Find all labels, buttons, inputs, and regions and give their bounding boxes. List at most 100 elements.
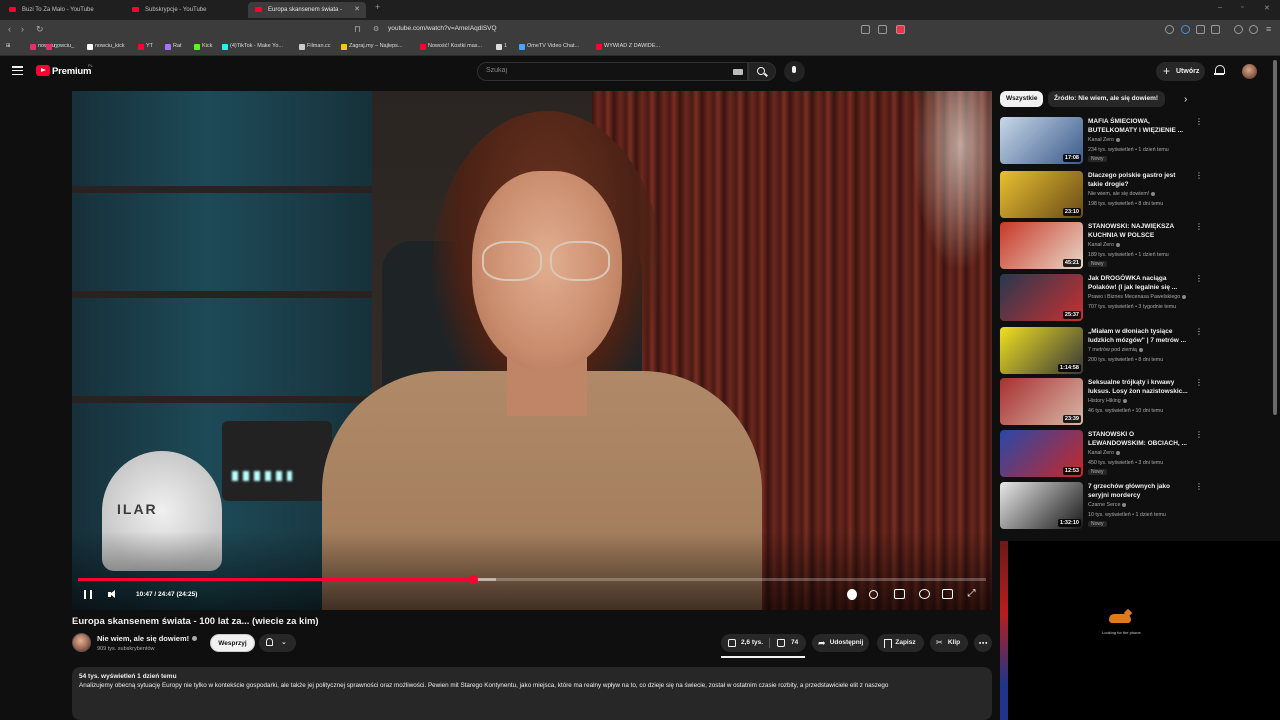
back-icon[interactable]: ‹ xyxy=(8,24,11,34)
recommendation-item[interactable]: 17:08 MAFIA ŚMIECIOWA, BUTELKOMATY I WIĘZ… xyxy=(1000,117,1203,166)
recommendation-title[interactable]: Dlaczego polskie gastro jest takie drogi… xyxy=(1088,171,1188,189)
more-options-icon[interactable]: ⋮ xyxy=(1195,222,1203,231)
video-thumbnail[interactable]: 1:32:10 xyxy=(1000,482,1083,529)
bookmark-item[interactable]: nowciu_kick xyxy=(87,43,125,50)
reload-icon[interactable]: ↻ xyxy=(36,24,44,35)
menu-icon[interactable]: ≡ xyxy=(1266,24,1271,34)
url-field[interactable]: youtube.com/watch?v=AmeIAqdlSVQ xyxy=(388,25,497,32)
extension-icon[interactable] xyxy=(1181,25,1190,34)
more-options-icon[interactable]: ⋮ xyxy=(1195,482,1203,491)
keyboard-icon[interactable] xyxy=(733,69,743,75)
recommendation-item[interactable]: 25:37 Jak DROGÓWKA naciąga Polaków! (I ja… xyxy=(1000,274,1203,323)
share-button[interactable]: Udostępnij xyxy=(812,634,869,652)
scrollbar[interactable] xyxy=(1273,60,1277,415)
sidebar-icon[interactable] xyxy=(1211,25,1220,34)
recommendation-title[interactable]: Jak DROGÓWKA naciąga Polaków! (I jak leg… xyxy=(1088,274,1188,292)
more-options-icon[interactable]: ⋮ xyxy=(1195,274,1203,283)
recommendation-channel[interactable]: Kanał Zero xyxy=(1088,137,1120,143)
more-options-icon[interactable]: ⋮ xyxy=(1195,171,1203,180)
settings-gear-icon[interactable] xyxy=(919,589,930,599)
fullscreen-icon[interactable]: ⤢ xyxy=(966,589,977,599)
channel-avatar[interactable] xyxy=(72,633,91,652)
apps-grid-icon[interactable]: ⊞ xyxy=(6,43,11,49)
video-thumbnail[interactable]: 17:08 xyxy=(1000,117,1083,164)
video-thumbnail[interactable]: 23:39 xyxy=(1000,378,1083,425)
recommendation-title[interactable]: MAFIA ŚMIECIOWA, BUTELKOMATY I WIĘZIENIE… xyxy=(1088,117,1188,135)
more-options-icon[interactable]: ⋮ xyxy=(1195,430,1203,439)
recommendation-item[interactable]: 45:21 STANOWSKI: NAJWIĘKSZA KUCHNIA W POL… xyxy=(1000,222,1203,271)
minimize-icon[interactable]: – xyxy=(1218,4,1222,11)
recommendation-channel[interactable]: Czarne Serce xyxy=(1088,502,1127,508)
recommendation-channel[interactable]: History Hiking xyxy=(1088,398,1127,404)
forward-icon[interactable]: › xyxy=(21,24,24,34)
close-window-icon[interactable]: ✕ xyxy=(1264,4,1270,12)
save-button[interactable]: Zapisz xyxy=(877,634,924,652)
notifications-bell-icon[interactable] xyxy=(1214,65,1225,76)
bookmark-item[interactable]: Nowość! Kostki mas... xyxy=(420,43,482,50)
subtitles-icon[interactable] xyxy=(894,589,905,599)
sponsor-shield-icon[interactable] xyxy=(847,589,857,600)
autoplay-toggle-icon[interactable] xyxy=(869,590,878,599)
chevron-right-icon[interactable]: › xyxy=(1184,94,1187,105)
hamburger-menu-icon[interactable] xyxy=(12,66,23,76)
bookmark-item[interactable]: Filman.cc xyxy=(299,43,331,50)
support-button[interactable]: Wesprzyj xyxy=(210,634,255,652)
recommendation-item[interactable]: 23:10 Dlaczego polskie gastro jest takie … xyxy=(1000,171,1203,220)
site-info-icon[interactable]: ⚙ xyxy=(373,25,379,33)
bookmark-item[interactable]: Zagraj.my – Najleps... xyxy=(341,43,403,50)
video-thumbnail[interactable]: 12:53 xyxy=(1000,430,1083,477)
recommendation-title[interactable]: STANOWSKI O LEWANDOWSKIM: OBCIACH, ... xyxy=(1088,430,1188,448)
voice-search-button[interactable] xyxy=(784,61,805,82)
dislike-count[interactable]: 74 xyxy=(791,634,798,652)
recommendation-item[interactable]: 1:14:58 „Miałam w dłoniach tysiące ludzki… xyxy=(1000,327,1203,376)
brave-shield-icon[interactable] xyxy=(896,25,905,34)
like-count[interactable]: 2,6 tys. xyxy=(741,634,763,652)
thumbs-down-icon[interactable] xyxy=(777,639,785,647)
volume-icon[interactable] xyxy=(108,590,118,599)
recommendation-channel[interactable]: 7 metrów pod ziemią xyxy=(1088,347,1143,353)
recommendation-title[interactable]: Seksualne trójkąty i krwawy luksus. Losy… xyxy=(1088,378,1188,396)
close-tab-icon[interactable]: ✕ xyxy=(354,2,360,18)
bookmark-item[interactable]: WYWIAD Z DAWIDE... xyxy=(596,43,660,50)
screen-icon[interactable] xyxy=(861,25,870,34)
search-box[interactable] xyxy=(477,62,748,81)
video-thumbnail[interactable]: 1:14:58 xyxy=(1000,327,1083,374)
recommendation-item[interactable]: 1:32:10 7 grzechów głównych jako seryjni … xyxy=(1000,482,1203,531)
bookmark-item[interactable]: Kick xyxy=(194,43,212,50)
recommendation-channel[interactable]: Nie wiem, ale się dowiem! xyxy=(1088,191,1156,197)
more-options-icon[interactable]: ⋮ xyxy=(1195,117,1203,126)
recommendation-channel[interactable]: Prawo i Biznes Mecenasa Pawelskiego xyxy=(1088,294,1187,300)
video-thumbnail[interactable]: 25:37 xyxy=(1000,274,1083,321)
more-actions-button[interactable]: ⋯ xyxy=(974,634,992,652)
recommendation-channel[interactable]: Kanał Zero xyxy=(1088,450,1120,456)
browser-tab[interactable]: Buzi To Za Mało - YouTube xyxy=(2,2,120,18)
browser-tab-active[interactable]: Europa skansenem świata - ✕ xyxy=(248,2,366,18)
maximize-icon[interactable]: ▫ xyxy=(1241,4,1243,11)
new-tab-button[interactable]: + xyxy=(375,2,380,12)
recommendation-title[interactable]: „Miałam w dłoniach tysiące ludzkich mózg… xyxy=(1088,327,1188,345)
recommendation-item[interactable]: 23:39 Seksualne trójkąty i krwawy luksus.… xyxy=(1000,378,1203,427)
vpn-icon[interactable] xyxy=(1249,25,1258,34)
description-box[interactable]: 54 tys. wyświetleń 1 dzień temu Analizuj… xyxy=(72,667,992,720)
more-options-icon[interactable]: ⋮ xyxy=(1195,378,1203,387)
share-page-icon[interactable] xyxy=(878,25,887,34)
search-button[interactable] xyxy=(748,62,776,81)
progress-scrubber[interactable] xyxy=(468,575,478,584)
thumbs-up-icon[interactable] xyxy=(728,639,736,647)
video-thumbnail[interactable]: 23:10 xyxy=(1000,171,1083,218)
pause-icon[interactable] xyxy=(84,590,92,599)
video-player[interactable]: ILAR 10:47 / 24:47 (24:25) ⤢ xyxy=(72,91,992,610)
avatar[interactable] xyxy=(1242,64,1257,79)
create-button[interactable]: + Utwórz xyxy=(1156,62,1205,81)
browser-tab[interactable]: Subskrypcje - YouTube xyxy=(125,2,243,18)
recommendation-title[interactable]: STANOWSKI: NAJWIĘKSZA KUCHNIA W POLSCE xyxy=(1088,222,1188,240)
youtube-logo-icon[interactable] xyxy=(36,65,50,76)
clip-button[interactable]: Klip xyxy=(930,634,968,652)
subscription-bell-button[interactable]: ⌄ xyxy=(259,634,296,652)
channel-name[interactable]: Nie wiem, ale się dowiem! xyxy=(97,634,189,643)
music-icon[interactable] xyxy=(1234,25,1243,34)
bookmark-item[interactable]: OmeTV Video Chat... xyxy=(519,43,579,50)
extension-icon[interactable] xyxy=(1165,25,1174,34)
recommendation-channel[interactable]: Kanał Zero xyxy=(1088,242,1120,248)
bookmark-item[interactable]: nowciu_ xyxy=(46,43,74,50)
